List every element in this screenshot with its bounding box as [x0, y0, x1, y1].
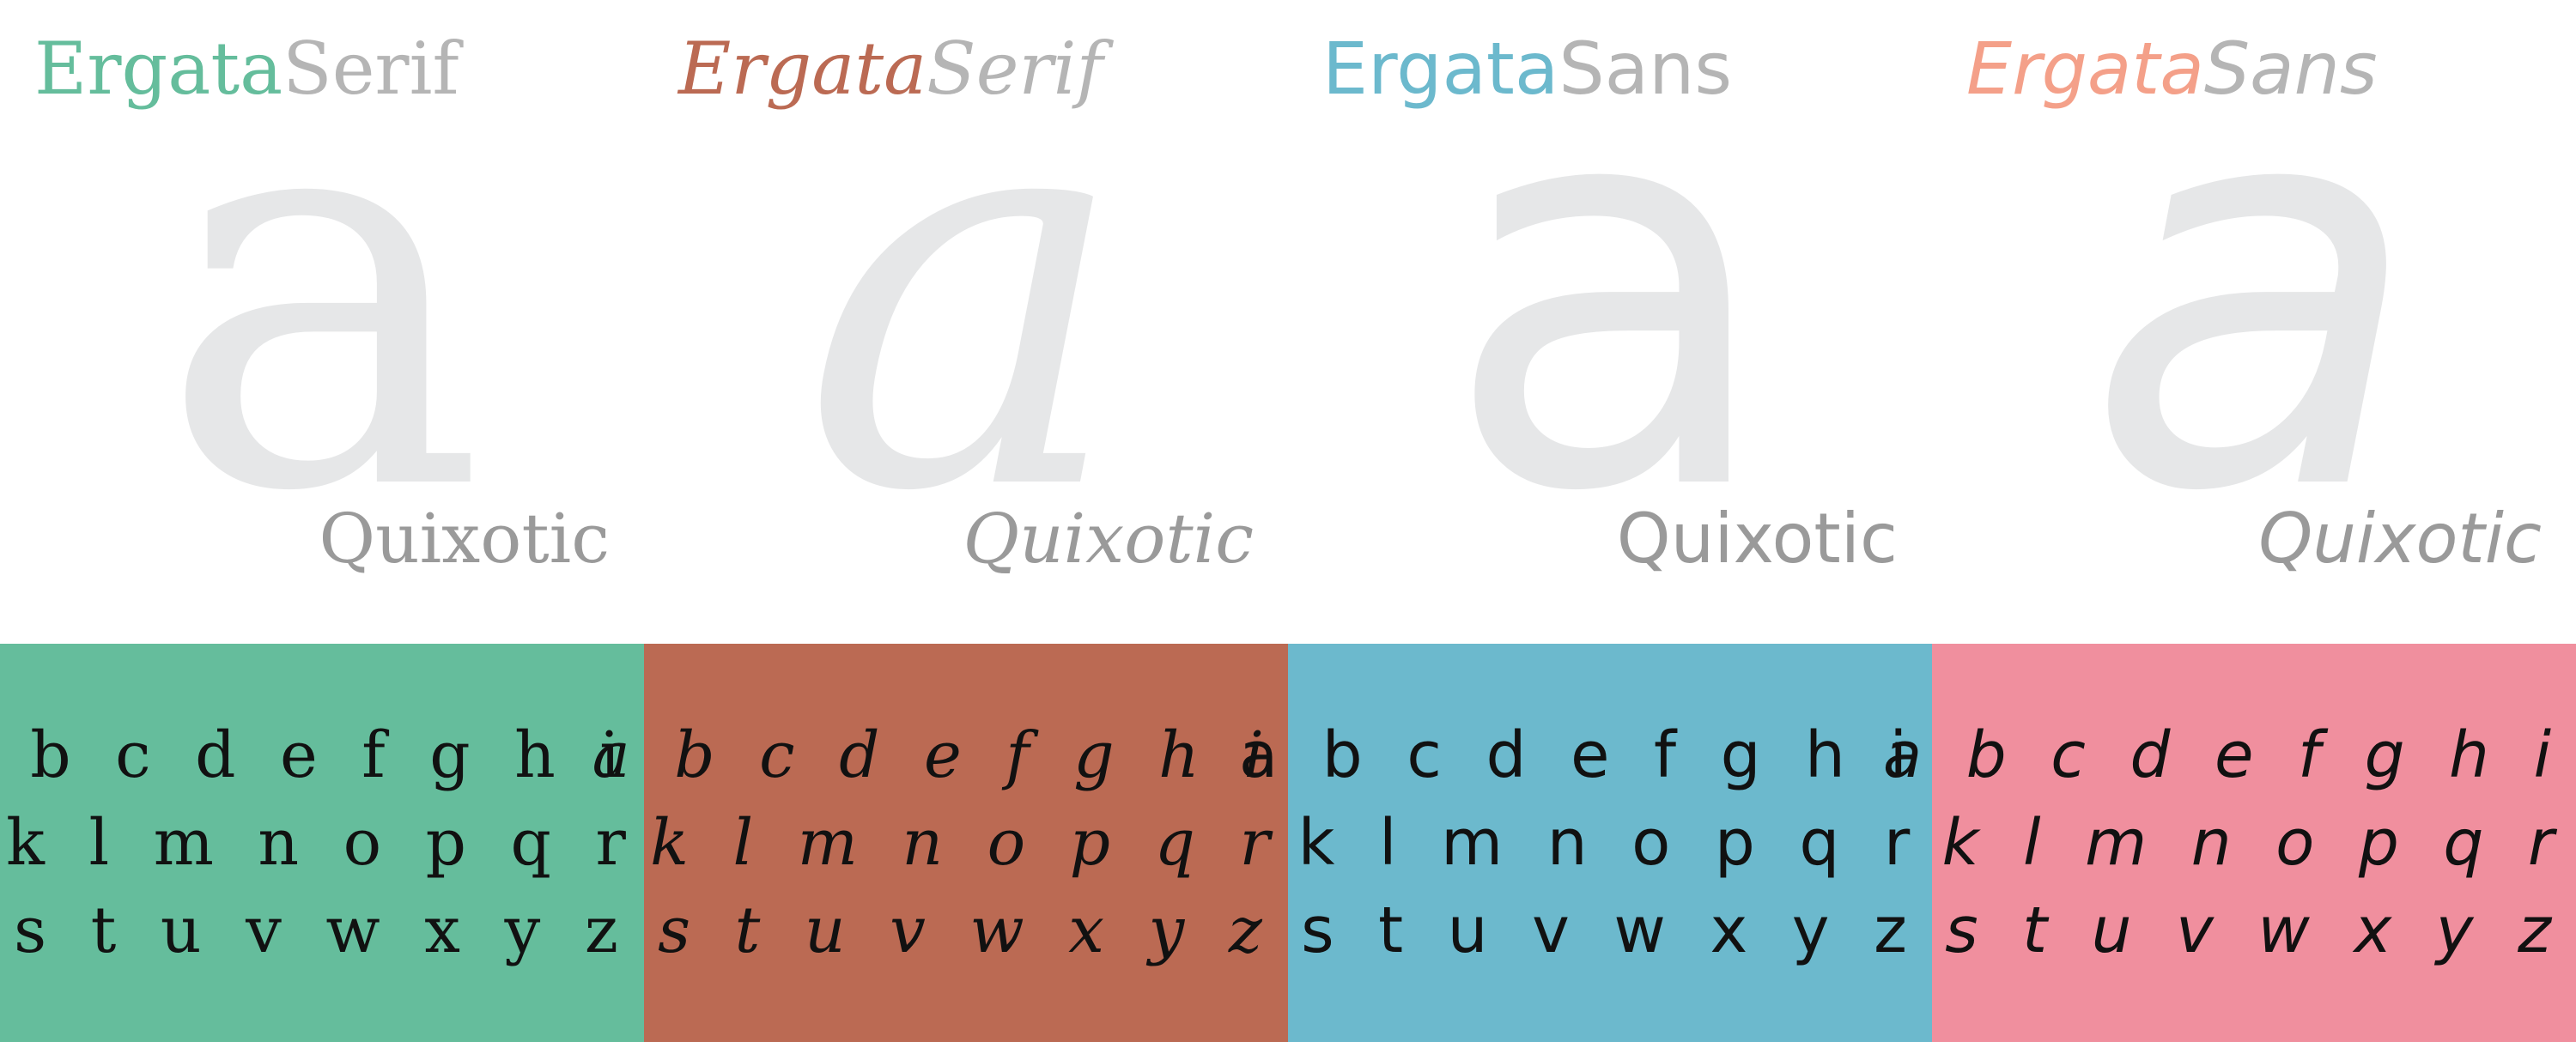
glyph-specimen: a [158, 0, 486, 611]
alphabet-row: k l m n o p q r [1941, 806, 2567, 880]
sample-word: Quixotic [1616, 499, 1898, 579]
alphabet-row: a b c d e f g h i j [1238, 718, 1982, 792]
panel-sans-italic: ErgataSans a Quixotic a b c d e f g h i … [1883, 0, 2576, 1042]
alphabet-row: s t u v w x y z [1945, 894, 2563, 967]
alphabet-row: a b c d e f g h i j [592, 718, 1340, 792]
alphabet-row: a b c d e f g h i j [1882, 718, 2576, 792]
alphabet-row: s t u v w x y z [1301, 894, 1919, 967]
alphabet-row: s t u v w x y z [14, 894, 630, 967]
alphabet-row: k l m n o p q r [1297, 806, 1923, 880]
alphabet-row: k l m n o p q r [6, 806, 638, 880]
sample-word: Quixotic [2258, 499, 2542, 579]
panel-serif-roman: ErgataSerif a Quixotic a b c d e f g h i… [0, 0, 683, 1042]
alphabet-row: s t u v w x y z [658, 894, 1274, 967]
glyph-specimen: a [1441, 0, 1779, 611]
panel-serif-italic: ErgataSerif a Quixotic a b c d e f g h i… [592, 0, 1327, 1042]
alphabet-block: a b c d e f g h i j k l m n o p q r s t … [1883, 644, 2576, 1042]
alphabet-block: a b c d e f g h i j k l m n o p q r s t … [592, 644, 1327, 1042]
sample-word: Quixotic [963, 499, 1254, 579]
glyph-specimen: a [802, 0, 1130, 611]
panel-sans-roman: ErgataSans a Quixotic a b c d e f g h i … [1239, 0, 1969, 1042]
sample-word: Quixotic [319, 499, 610, 579]
alphabet-block: a b c d e f g h i j k l m n o p q r s t … [1239, 644, 1969, 1042]
alphabet-row: k l m n o p q r [650, 806, 1282, 880]
glyph-specimen: a [2085, 0, 2423, 611]
alphabet-block: a b c d e f g h i j k l m n o p q r s t … [0, 644, 683, 1042]
